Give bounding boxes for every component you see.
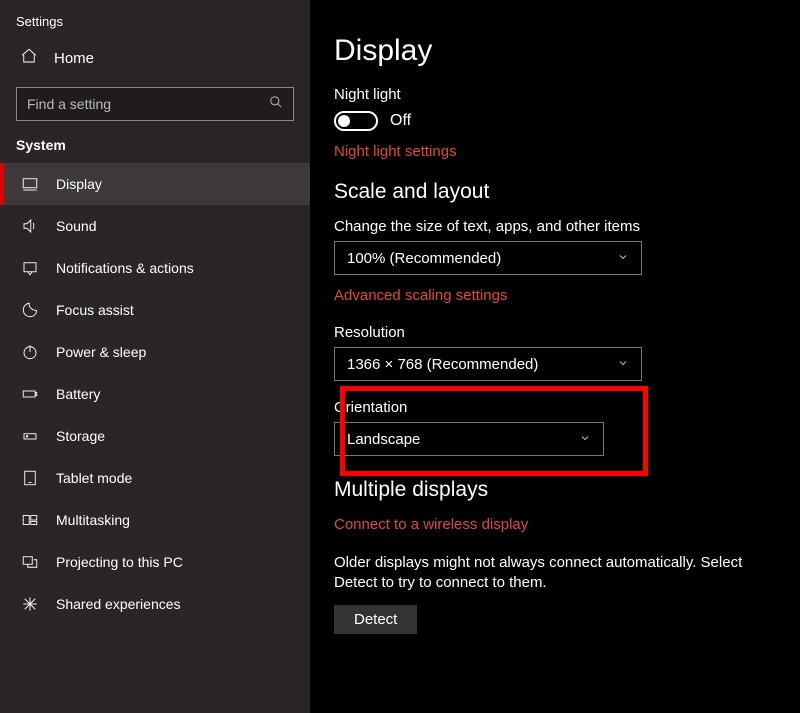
night-light-state: Off xyxy=(390,112,411,130)
section-label: System xyxy=(0,137,310,163)
focus-assist-icon xyxy=(20,301,40,319)
nav-list: Display Sound Notifications & actions Fo… xyxy=(0,163,310,625)
sidebar-item-shared-experiences[interactable]: Shared experiences xyxy=(0,583,310,625)
sidebar-item-label: Shared experiences xyxy=(56,596,181,612)
sidebar-item-notifications[interactable]: Notifications & actions xyxy=(0,247,310,289)
page-title: Display xyxy=(334,34,800,68)
older-displays-text: Older displays might not always connect … xyxy=(334,553,764,593)
home-icon xyxy=(20,47,38,69)
sidebar-item-storage[interactable]: Storage xyxy=(0,415,310,457)
sidebar-item-label: Sound xyxy=(56,218,96,234)
search-icon xyxy=(269,95,283,114)
sidebar-item-label: Battery xyxy=(56,386,100,402)
scale-text-label: Change the size of text, apps, and other… xyxy=(334,218,800,235)
resolution-select[interactable]: 1366 × 768 (Recommended) xyxy=(334,347,642,381)
app-title: Settings xyxy=(0,8,310,35)
sidebar-item-label: Display xyxy=(56,176,102,192)
home-label: Home xyxy=(54,50,94,67)
night-light-settings-link[interactable]: Night light settings xyxy=(334,143,800,160)
resolution-value: 1366 × 768 (Recommended) xyxy=(347,356,538,373)
settings-sidebar: Settings Home System Display Sound Notif… xyxy=(0,0,310,713)
tablet-icon xyxy=(20,469,40,487)
sidebar-item-projecting[interactable]: Projecting to this PC xyxy=(0,541,310,583)
detect-button[interactable]: Detect xyxy=(334,605,417,634)
sidebar-item-display[interactable]: Display xyxy=(0,163,310,205)
scale-value: 100% (Recommended) xyxy=(347,250,501,267)
sidebar-item-label: Tablet mode xyxy=(56,470,132,486)
sidebar-item-focus-assist[interactable]: Focus assist xyxy=(0,289,310,331)
home-nav[interactable]: Home xyxy=(0,35,310,83)
resolution-label: Resolution xyxy=(334,324,800,341)
storage-icon xyxy=(20,427,40,445)
shared-icon xyxy=(20,595,40,613)
battery-icon xyxy=(20,385,40,403)
orientation-value: Landscape xyxy=(347,431,420,448)
night-light-toggle[interactable] xyxy=(334,111,378,131)
chevron-down-icon xyxy=(579,431,591,448)
sidebar-item-tablet-mode[interactable]: Tablet mode xyxy=(0,457,310,499)
projecting-icon xyxy=(20,553,40,571)
sidebar-item-sound[interactable]: Sound xyxy=(0,205,310,247)
search-box[interactable] xyxy=(16,87,294,121)
night-light-label: Night light xyxy=(334,86,800,103)
search-input[interactable] xyxy=(27,96,269,112)
sidebar-item-label: Projecting to this PC xyxy=(56,554,183,570)
notifications-icon xyxy=(20,259,40,277)
chevron-down-icon xyxy=(617,356,629,373)
orientation-label: Orientation xyxy=(334,393,800,416)
sidebar-item-label: Focus assist xyxy=(56,302,134,318)
sidebar-item-battery[interactable]: Battery xyxy=(0,373,310,415)
orientation-select[interactable]: Landscape xyxy=(334,422,604,456)
sidebar-item-multitasking[interactable]: Multitasking xyxy=(0,499,310,541)
multiple-displays-header: Multiple displays xyxy=(334,478,800,502)
sidebar-item-label: Storage xyxy=(56,428,105,444)
sound-icon xyxy=(20,217,40,235)
chevron-down-icon xyxy=(617,250,629,267)
scale-layout-header: Scale and layout xyxy=(334,180,800,204)
sidebar-item-label: Multitasking xyxy=(56,512,130,528)
power-icon xyxy=(20,343,40,361)
sidebar-item-label: Power & sleep xyxy=(56,344,146,360)
connect-wireless-display-link[interactable]: Connect to a wireless display xyxy=(334,516,800,533)
multitasking-icon xyxy=(20,511,40,529)
sidebar-item-label: Notifications & actions xyxy=(56,260,194,276)
scale-select[interactable]: 100% (Recommended) xyxy=(334,241,642,275)
display-icon xyxy=(20,175,40,193)
sidebar-item-power-sleep[interactable]: Power & sleep xyxy=(0,331,310,373)
advanced-scaling-link[interactable]: Advanced scaling settings xyxy=(334,287,800,304)
settings-main-panel: Display Night light Off Night light sett… xyxy=(310,0,800,713)
orientation-group: Orientation Landscape xyxy=(334,393,800,456)
